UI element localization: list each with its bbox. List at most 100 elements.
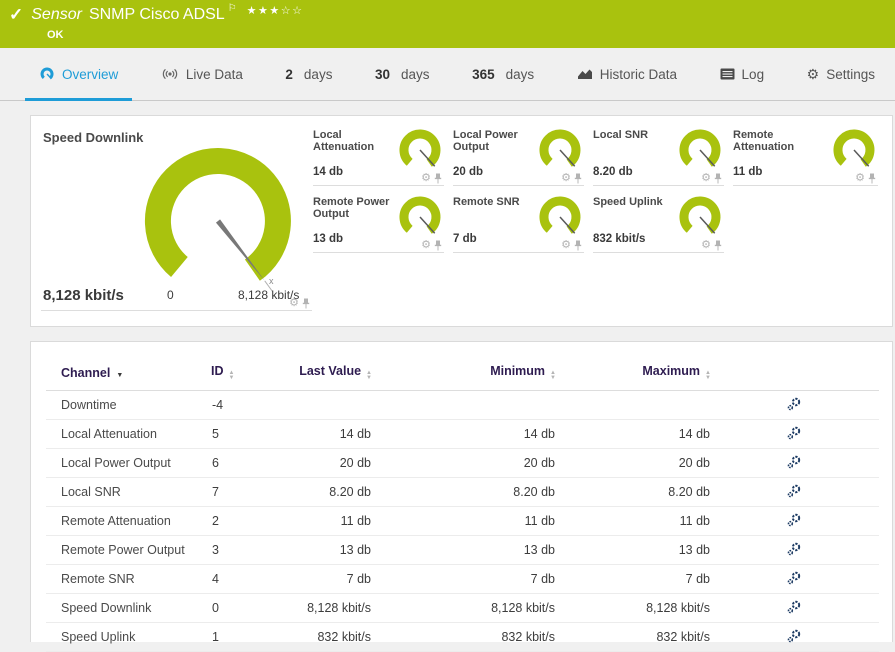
channel-name-cell: Remote SNR xyxy=(46,564,211,594)
gear-icon[interactable]: ⚙ xyxy=(701,173,711,184)
tab-365-days[interactable]: 365 days xyxy=(458,48,548,100)
tab-365-days-label: days xyxy=(505,66,535,82)
column-header-last-value[interactable]: Last Value ▲ ▼ xyxy=(271,364,372,391)
channel-settings-gears-icon[interactable] xyxy=(787,455,801,469)
channel-name-cell: Remote Power Output xyxy=(46,535,211,565)
table-row: Remote SNR 4 7 db 7 db 7 db xyxy=(46,564,879,594)
mini-gauge xyxy=(539,196,581,234)
channel-settings-gears-icon[interactable] xyxy=(787,397,801,411)
speed-downlink-gauge xyxy=(144,148,291,292)
pin-icon[interactable] xyxy=(574,173,582,184)
channel-settings-gears-icon[interactable] xyxy=(787,571,801,585)
pin-icon[interactable] xyxy=(714,240,722,251)
channel-settings-gears-icon[interactable] xyxy=(787,513,801,527)
tab-historic-data-label: Historic Data xyxy=(599,66,677,82)
table-row: Local Attenuation 5 14 db 14 db 14 db xyxy=(46,419,879,449)
tab-overview[interactable]: Overview xyxy=(25,48,133,101)
pin-icon[interactable] xyxy=(868,173,876,184)
tab-log[interactable]: Log xyxy=(706,48,779,100)
channel-settings-cell xyxy=(711,390,879,420)
pin-icon[interactable] xyxy=(574,240,582,251)
maximum-cell: 11 db xyxy=(556,506,711,536)
sort-icon: ▲ ▼ xyxy=(705,370,711,381)
tab-2-days[interactable]: 2 days xyxy=(271,48,346,100)
tile-title: Local SNR xyxy=(593,129,649,141)
tab-bar: Overview Live Data 2 days 30 days 365 da… xyxy=(0,48,895,101)
mini-gauge xyxy=(539,129,581,167)
channel-settings-gears-icon[interactable] xyxy=(787,426,801,440)
gauge-tile-local-power-output: Local Power Output 20 db ⚙ xyxy=(453,126,584,186)
channel-settings-cell xyxy=(711,477,879,507)
pin-icon[interactable] xyxy=(714,173,722,184)
gear-icon[interactable]: ⚙ xyxy=(561,173,571,184)
channel-settings-gears-icon[interactable] xyxy=(787,542,801,556)
gear-icon[interactable]: ⚙ xyxy=(855,173,865,184)
channel-id-cell: 7 xyxy=(211,477,271,507)
gauge-tile-local-attenuation: Local Attenuation 14 db ⚙ xyxy=(313,126,444,186)
pin-icon[interactable] xyxy=(302,298,310,309)
table-row: Local SNR 7 8.20 db 8.20 db 8.20 db xyxy=(46,477,879,507)
sort-icon: ▲ ▼ xyxy=(228,370,235,381)
maximum-cell: 7 db xyxy=(556,564,711,594)
minimum-cell: 20 db xyxy=(372,448,556,478)
gear-icon[interactable]: ⚙ xyxy=(421,240,431,251)
channel-settings-gears-icon[interactable] xyxy=(787,600,801,614)
tab-settings-label: Settings xyxy=(826,66,875,82)
mini-gauge xyxy=(679,196,721,234)
live-data-icon xyxy=(162,69,177,79)
column-header-channel[interactable]: Channel ▼ xyxy=(46,364,211,391)
gauge-icon xyxy=(40,67,54,80)
pin-icon[interactable] xyxy=(434,240,442,251)
tile-title: Remote Attenuation xyxy=(733,129,795,153)
sort-desc-icon: ▼ xyxy=(116,371,124,379)
table-header-row: Channel ▼ ID ▲ ▼ Last Value ▲ ▼ Minimum ▲ ▼ Max… xyxy=(46,364,879,391)
tab-30-days[interactable]: 30 days xyxy=(361,48,444,100)
tile-value: 832 kbit/s xyxy=(593,233,646,245)
gauge-tile-remote-snr: Remote SNR 7 db ⚙ xyxy=(453,193,584,253)
maximum-cell: 14 db xyxy=(556,419,711,449)
tile-title: Speed Uplink xyxy=(593,196,663,208)
gear-icon[interactable]: ⚙ xyxy=(421,173,431,184)
channel-settings-gears-icon[interactable] xyxy=(787,484,801,498)
tab-2-days-label: days xyxy=(303,66,333,82)
tile-value: 8.20 db xyxy=(593,166,633,178)
channel-settings-cell xyxy=(711,564,879,594)
pin-icon[interactable] xyxy=(434,173,442,184)
flag-icon[interactable]: ⚐ xyxy=(228,3,237,14)
priority-stars[interactable]: ★★★☆☆ xyxy=(247,4,304,17)
ok-check-icon: ✓ xyxy=(9,5,24,24)
channel-settings-gears-icon[interactable] xyxy=(787,629,801,643)
sensor-header: ✓ Sensor SNMP Cisco ADSL ⚐ ★★★☆☆ xyxy=(9,3,304,25)
maximum-cell: 8.20 db xyxy=(556,477,711,507)
column-header-actions xyxy=(711,364,879,391)
column-header-channel-label: Channel xyxy=(61,365,111,380)
gear-icon[interactable]: ⚙ xyxy=(701,240,711,251)
last-value-cell: 8,128 kbit/s xyxy=(271,593,372,623)
last-value-cell xyxy=(271,390,372,420)
tab-settings[interactable]: ⚙ Settings xyxy=(793,48,889,100)
tab-overview-label: Overview xyxy=(62,66,119,82)
gear-icon[interactable]: ⚙ xyxy=(561,240,571,251)
column-header-minimum[interactable]: Minimum ▲ ▼ xyxy=(372,364,556,391)
sort-icon: ▲ ▼ xyxy=(550,370,556,381)
channel-id-cell: -4 xyxy=(211,390,271,420)
log-list-icon xyxy=(720,68,735,80)
maximum-cell xyxy=(556,390,711,420)
tab-live-data-label: Live Data xyxy=(185,66,243,82)
tile-title: Remote Power Output xyxy=(313,196,390,220)
tab-log-label: Log xyxy=(741,66,765,82)
tab-live-data[interactable]: Live Data xyxy=(147,48,257,100)
last-value-cell: 13 db xyxy=(271,535,372,565)
mini-gauge xyxy=(833,129,875,167)
last-value-cell: 20 db xyxy=(271,448,372,478)
last-value-cell: 8.20 db xyxy=(271,477,372,507)
tab-historic-data[interactable]: Historic Data xyxy=(563,48,691,100)
mini-gauge xyxy=(399,196,441,234)
gear-icon: ⚙ xyxy=(806,66,820,82)
channel-settings-cell xyxy=(711,448,879,478)
column-header-id[interactable]: ID ▲ ▼ xyxy=(211,364,271,391)
column-header-maximum[interactable]: Maximum ▲ ▼ xyxy=(556,364,711,391)
primary-gauge-tile: Speed Downlink x 0 8,128 kbit/s 8,128 kb… xyxy=(41,124,312,311)
tab-30-days-number: 30 xyxy=(375,66,391,82)
gear-icon[interactable]: ⚙ xyxy=(289,298,299,309)
